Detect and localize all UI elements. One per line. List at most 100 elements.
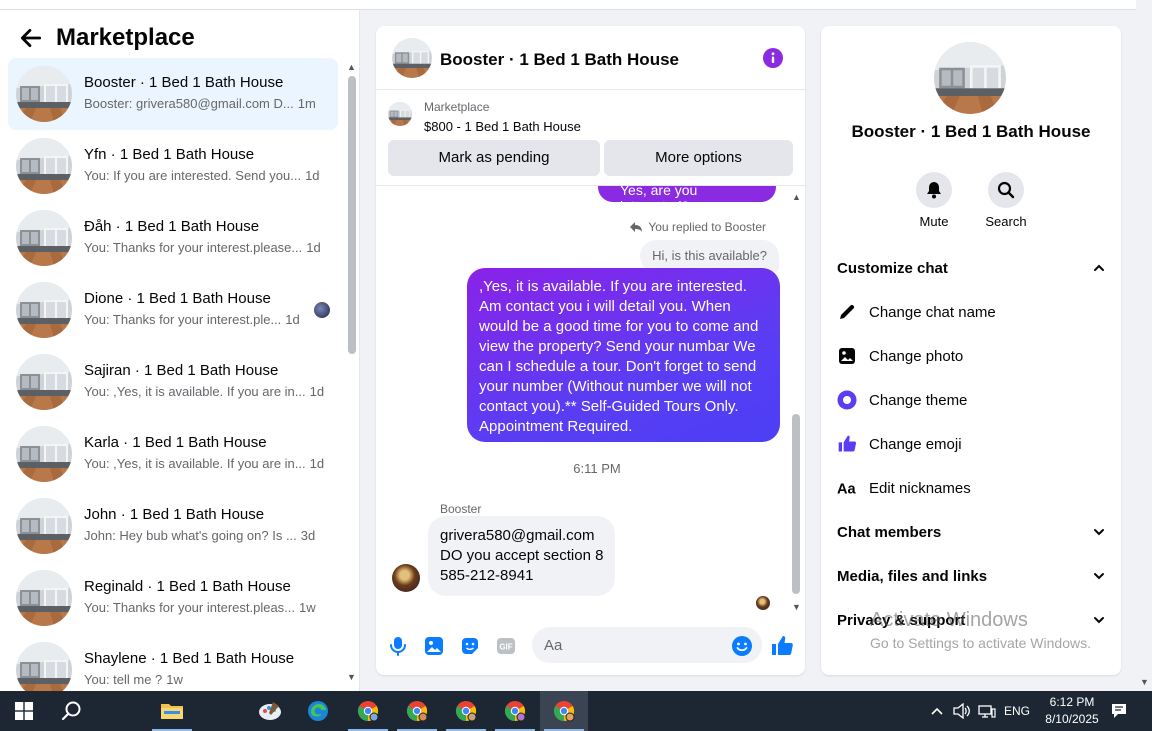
conversation-preview: Booster: grivera580@gmail.com D... 1m — [84, 96, 324, 111]
mute-button[interactable]: Mute — [909, 172, 959, 229]
details-avatar[interactable] — [934, 42, 1006, 114]
conversation-item[interactable]: Reginald · 1 Bed 1 Bath House You: Thank… — [8, 562, 338, 634]
conversation-item[interactable]: Đåh · 1 Bed 1 Bath House You: Thanks for… — [8, 202, 338, 274]
network-button[interactable] — [978, 691, 996, 731]
gif-icon[interactable]: GIF — [494, 634, 518, 658]
conversation-preview: You: Thanks for your interest.pleas... 1w — [84, 600, 324, 615]
back-arrow-icon[interactable] — [18, 25, 44, 51]
more-options-button[interactable]: More options — [604, 140, 793, 176]
scroll-down-icon[interactable]: ▼ — [347, 672, 356, 682]
emoji-icon[interactable] — [730, 634, 754, 658]
conversation-preview: You: tell me ? 1w — [84, 672, 324, 687]
conversation-name: Karla · 1 Bed 1 Bath House — [84, 434, 267, 451]
taskbar-clock[interactable]: 6:12 PM 8/10/2025 — [1040, 694, 1104, 728]
change-emoji-option[interactable]: Change emoji — [837, 422, 962, 466]
clock-date: 8/10/2025 — [1045, 712, 1099, 726]
conversation-item[interactable]: Karla · 1 Bed 1 Bath House You: ,Yes, it… — [8, 418, 338, 490]
conversation-item[interactable]: Yfn · 1 Bed 1 Bath House You: If you are… — [8, 130, 338, 202]
file-explorer-button[interactable] — [148, 691, 196, 731]
scroll-up-icon[interactable]: ▲ — [792, 192, 801, 202]
show-hidden-icons-button[interactable] — [930, 691, 944, 731]
paint-app-button[interactable] — [246, 691, 294, 731]
conversation-item[interactable]: John · 1 Bed 1 Bath House John: Hey bub … — [8, 490, 338, 562]
sender-avatar[interactable] — [392, 564, 420, 592]
preview-text: You: tell me ? — [84, 672, 163, 687]
listing-price[interactable]: $800 - 1 Bed 1 Bath House — [424, 119, 581, 134]
scroll-down-icon[interactable]: ▼ — [792, 602, 801, 612]
conversation-name: Reginald · 1 Bed 1 Bath House — [84, 578, 291, 595]
chrome-profile-button[interactable] — [393, 691, 441, 731]
conversation-preview: You: If you are interested. Send you... 1… — [84, 168, 324, 183]
sidebar-header: Marketplace — [18, 24, 195, 52]
preview-text: You: If you are interested. Send you... — [84, 168, 302, 183]
listing-thumbnail — [16, 570, 72, 626]
search-button[interactable]: Search — [981, 172, 1031, 229]
scroll-up-icon[interactable]: ▲ — [347, 62, 356, 72]
message-input[interactable] — [532, 627, 762, 663]
search-circle[interactable] — [988, 172, 1024, 208]
mute-circle[interactable] — [916, 172, 952, 208]
language-indicator[interactable]: ENG — [1004, 691, 1030, 731]
message-line: 585-212-8941 — [440, 567, 534, 584]
sticker-icon[interactable] — [458, 634, 482, 658]
change-theme-option[interactable]: Change theme — [837, 378, 967, 422]
conversation-name: Booster · 1 Bed 1 Bath House — [84, 74, 284, 91]
message-line: DO you accept section 8 — [440, 547, 604, 564]
edge-browser-button[interactable] — [294, 691, 342, 731]
reply-label: You replied to Booster — [648, 220, 766, 234]
privacy-support-section[interactable]: Privacy & support — [837, 598, 1105, 642]
section-label: Chat members — [837, 523, 942, 541]
reply-indicator: You replied to Booster — [630, 220, 766, 234]
sidebar-scrollbar[interactable]: ▲ ▼ — [347, 62, 356, 682]
scrollbar-thumb[interactable] — [792, 414, 800, 594]
preview-time: 1d — [309, 384, 324, 399]
chat-avatar[interactable] — [392, 38, 432, 78]
window-scrollbar[interactable]: ▼ — [1136, 0, 1152, 691]
text-aa-icon: Aa — [837, 478, 857, 498]
conversation-item[interactable]: Booster · 1 Bed 1 Bath House Booster: gr… — [8, 58, 338, 130]
change-chat-name-option[interactable]: Change chat name — [837, 290, 996, 334]
conversation-item[interactable]: Sajiran · 1 Bed 1 Bath House You: ,Yes, … — [8, 346, 338, 418]
edit-nicknames-option[interactable]: Aa Edit nicknames — [837, 466, 971, 510]
scroll-down-icon[interactable]: ▼ — [1140, 677, 1149, 687]
taskbar-search-button[interactable] — [48, 691, 96, 731]
conversation-list: Booster · 1 Bed 1 Bath House Booster: gr… — [8, 58, 338, 691]
listing-thumbnail[interactable] — [388, 102, 412, 126]
chat-title[interactable]: Booster · 1 Bed 1 Bath House — [440, 50, 679, 70]
conversation-name: Đåh · 1 Bed 1 Bath House — [84, 218, 260, 235]
chrome-profile-button[interactable] — [491, 691, 539, 731]
chat-scrollbar[interactable]: ▲ ▼ — [791, 192, 801, 612]
media-files-links-section[interactable]: Media, files and links — [837, 554, 1105, 598]
conversation-item[interactable]: Shaylene · 1 Bed 1 Bath House You: tell … — [8, 634, 338, 691]
chrome-profile-button[interactable] — [344, 691, 392, 731]
scrollbar-thumb[interactable] — [348, 76, 356, 354]
microphone-icon[interactable] — [386, 634, 410, 658]
change-photo-option[interactable]: Change photo — [837, 334, 963, 378]
chrome-profile-button[interactable] — [442, 691, 490, 731]
chrome-profile-button-active[interactable] — [540, 691, 588, 731]
conversation-preview: You: ,Yes, it is available. If you are i… — [84, 456, 324, 471]
search-icon — [997, 181, 1015, 199]
reply-icon — [630, 222, 643, 232]
notifications-button[interactable] — [1110, 691, 1128, 731]
preview-text: You: ,Yes, it is available. If you are i… — [84, 456, 306, 471]
chrome-icon — [406, 701, 428, 722]
start-button[interactable] — [0, 691, 48, 731]
chrome-icon — [455, 701, 477, 722]
chat-members-section[interactable]: Chat members — [837, 510, 1105, 554]
chrome-icon — [553, 701, 575, 722]
conversation-item[interactable]: Dione · 1 Bed 1 Bath House You: Thanks f… — [8, 274, 338, 346]
details-title: Booster · 1 Bed 1 Bath House — [851, 122, 1091, 141]
preview-text: Booster: grivera580@gmail.com D... — [84, 96, 294, 111]
read-receipt-avatar — [756, 596, 770, 610]
section-label: Customize chat — [837, 259, 948, 277]
customize-chat-section[interactable]: Customize chat — [837, 246, 1105, 290]
preview-text: John: Hey bub what's going on? Is ... — [84, 528, 297, 543]
thumbs-up-icon[interactable] — [770, 634, 794, 658]
conversation-name: John · 1 Bed 1 Bath House — [84, 506, 265, 523]
volume-button[interactable] — [953, 691, 971, 731]
photo-icon[interactable] — [422, 634, 446, 658]
info-icon[interactable] — [763, 48, 783, 68]
section-label: Media, files and links — [837, 567, 988, 585]
mark-as-pending-button[interactable]: Mark as pending — [388, 140, 600, 176]
